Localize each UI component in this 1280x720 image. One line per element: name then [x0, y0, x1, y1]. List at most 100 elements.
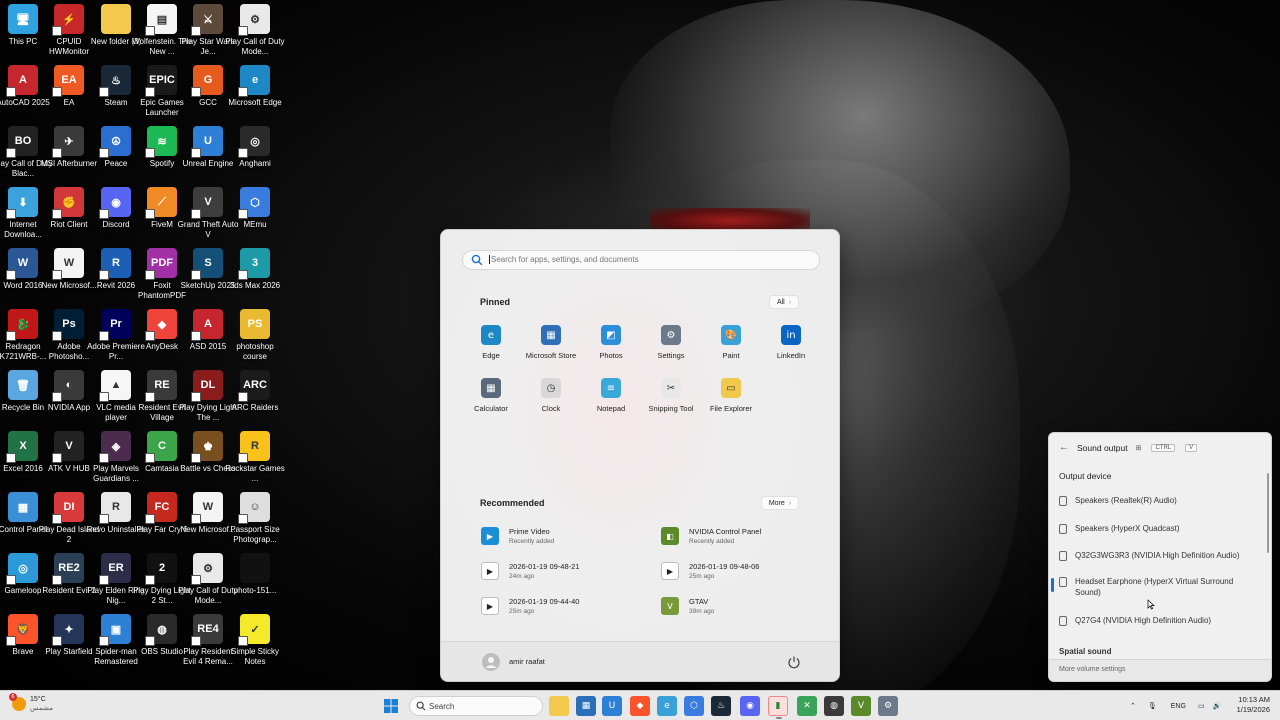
user-avatar[interactable] — [482, 653, 500, 671]
desktop-icon-passport-size-photograp[interactable]: ☺ Passport Size Photograp... — [230, 492, 280, 545]
output-device-item[interactable]: Q32G3WG3R3 (NVIDIA High Definition Audio… — [1049, 550, 1261, 561]
desktop-icon-foxit-phantompdf[interactable]: PDF Foxit PhantomPDF — [138, 248, 186, 301]
start-search-box[interactable]: Search for apps, settings, and documents — [462, 250, 820, 270]
output-device-label: Q32G3WG3R3 (NVIDIA High Definition Audio… — [1075, 551, 1240, 560]
pinned-app-microsoft-store[interactable]: ▦ Microsoft Store — [521, 325, 581, 360]
output-device-item[interactable]: Speakers (HyperX Quadcast) — [1049, 523, 1261, 534]
desktop-icon-microsoft-edge[interactable]: e Microsoft Edge — [228, 65, 282, 108]
desktop-icon-play-marvels-guardians[interactable]: ◈ Play Marvels Guardians ... — [93, 431, 139, 484]
power-icon[interactable] — [787, 655, 801, 669]
recommended-item[interactable]: ▶ 2026-01-19 09-48-06 25m ago — [661, 557, 831, 585]
desktop-icon-play-call-of-duty-mode[interactable]: ⚙ Play Call of Duty Mode... — [178, 553, 238, 606]
obs-icon[interactable]: ◍ — [824, 696, 844, 716]
headset-icon — [1059, 577, 1067, 587]
taskbar-search[interactable]: Search — [409, 696, 543, 716]
output-device-item[interactable]: Speakers (Realtek(R) Audio) — [1049, 495, 1261, 506]
more-volume-settings-link[interactable]: More volume settings — [1059, 666, 1126, 673]
speaker-icon — [1059, 551, 1067, 561]
anydesk-icon: ◆ — [145, 309, 177, 341]
settings-icon[interactable]: ⚙ — [878, 696, 898, 716]
more-button[interactable]: More › — [761, 496, 799, 510]
desktop-icon-adobe-premiere-pr[interactable]: Pr Adobe Premiere Pr... — [87, 309, 145, 362]
output-device-item[interactable]: Headset Earphone (HyperX Virtual Surroun… — [1049, 576, 1261, 598]
desktop-icon-cpuid-hwmonitor[interactable]: ⚡ CPUID HWMonitor — [46, 4, 92, 57]
desktop-icon-label: Play Call of Duty Mode... — [225, 37, 285, 56]
pinned-app-notepad[interactable]: ≡ Notepad — [581, 378, 641, 413]
edge-icon[interactable]: e — [657, 696, 677, 716]
autocad-2025-icon: A — [6, 65, 38, 97]
start-button[interactable] — [381, 696, 401, 716]
pinned-app-paint[interactable]: 🎨 Paint — [701, 325, 761, 360]
desktop-icon-epic-games-launcher[interactable]: EPIC Epic Games Launcher — [139, 65, 185, 118]
file-explorer-icon[interactable] — [549, 696, 569, 716]
pinned-app-linkedin[interactable]: in LinkedIn — [761, 325, 821, 360]
desktop-icon-grand-theft-auto-v[interactable]: V Grand Theft Auto V — [178, 187, 238, 240]
xbox-icon[interactable]: ✕ — [797, 696, 817, 716]
foxit-phantompdf-icon: PDF — [145, 248, 177, 280]
desktop-icon-internet-downloa[interactable]: ⬇ Internet Downloa... — [0, 187, 46, 240]
volume-icon[interactable]: 🔊 — [1213, 702, 1222, 710]
steam-icon: ♨ — [99, 65, 131, 97]
nvidia-icon[interactable]: V — [851, 696, 871, 716]
user-name[interactable]: amir raafat — [509, 657, 545, 666]
play-starfield-icon: ✦ — [52, 614, 84, 646]
desktop-icon-photoshop-course[interactable]: PS photoshop course — [232, 309, 278, 362]
language-indicator[interactable]: ENG — [1171, 703, 1186, 710]
adobe-premiere-pr-icon: Pr — [99, 309, 131, 341]
output-device-label: Headset Earphone (HyperX Virtual Surroun… — [1075, 577, 1234, 597]
desktop-icon-photo-151[interactable]: photo-151... — [232, 553, 278, 596]
desktop-icon-spider-man-remastered[interactable]: ▣ Spider-man Remastered — [93, 614, 139, 667]
start-menu: Search for apps, settings, and documents… — [440, 229, 840, 682]
desktop-icon-anghami[interactable]: ◎ Anghami — [232, 126, 278, 169]
weather-widget[interactable]: 6 15°C مشمس — [9, 693, 53, 713]
all-apps-button[interactable]: All › — [769, 295, 799, 309]
desktop-icon-3ds-max-2026[interactable]: 3 3ds Max 2026 — [230, 248, 280, 291]
revit-2026-icon: R — [99, 248, 131, 280]
pinned-app-edge[interactable]: e Edge — [461, 325, 521, 360]
unreal-engine-icon[interactable]: U — [602, 696, 622, 716]
microsoft-store-icon[interactable]: ▦ — [576, 696, 596, 716]
back-arrow-icon[interactable]: ← — [1059, 442, 1069, 453]
desktop-icon-play-dead-island-2[interactable]: DI Play Dead Island 2 — [39, 492, 99, 545]
spider-man-remastered-icon: ▣ — [99, 614, 131, 646]
network-icon[interactable]: ▭ — [1198, 702, 1205, 710]
new-microsof-icon: W — [52, 248, 84, 280]
pinned-app-label: Photos — [599, 351, 623, 360]
pinned-app-file-explorer[interactable]: ▭ File Explorer — [701, 378, 761, 413]
steam-icon[interactable]: ♨ — [711, 696, 731, 716]
brave-icon[interactable]: ◆ — [630, 696, 650, 716]
desktop-icon-arc-raiders[interactable]: ARC ARC Raiders — [232, 370, 278, 413]
memu-icon: ⬡ — [238, 187, 270, 219]
photo-151-icon — [240, 553, 270, 583]
active-window-icon[interactable]: ▮ — [768, 696, 788, 719]
pinned-app-photos[interactable]: ◩ Photos — [581, 325, 641, 360]
pinned-app-label: Clock — [541, 404, 561, 413]
ea-icon: EA — [52, 65, 84, 97]
memu-icon[interactable]: ⬡ — [684, 696, 704, 716]
microphone-icon[interactable]: 🎙 — [1148, 702, 1157, 710]
pinned-app-settings[interactable]: ⚙ Settings — [641, 325, 701, 360]
desktop-icon-play-call-of-duty-mode[interactable]: ⚙ Play Call of Duty Mode... — [225, 4, 285, 57]
pinned-app-calculator[interactable]: ▦ Calculator — [461, 378, 521, 413]
recommended-title: Prime Video — [509, 526, 550, 536]
3ds-max-2026-icon: 3 — [238, 248, 270, 280]
desktop-icon-simple-sticky-notes[interactable]: ✓ Simple Sticky Notes — [231, 614, 279, 667]
desktop-icon-play-dying-light-the[interactable]: DL Play Dying Light The ... — [179, 370, 237, 423]
discord-icon[interactable]: ◉ — [740, 696, 760, 716]
pinned-app-clock[interactable]: ◷ Clock — [521, 378, 581, 413]
sound-output-panel: ← Sound output ⊞ CTRL V Output device Sp… — [1048, 432, 1272, 682]
recommended-item[interactable]: ▶ 2026-01-19 09-44-40 25m ago — [481, 592, 651, 620]
play-call-of-duty-mode-icon: ⚙ — [238, 4, 270, 36]
desktop-icon-memu[interactable]: ⬡ MEmu — [232, 187, 278, 230]
output-device-item[interactable]: Q27G4 (NVIDIA High Definition Audio) — [1049, 615, 1261, 626]
chevron-up-icon[interactable]: ⌃ — [1130, 702, 1136, 710]
clock[interactable]: 10:13 AM 1/19/2026 — [1228, 695, 1270, 715]
scrollbar[interactable] — [1267, 473, 1269, 553]
recommended-item[interactable]: V GTAV 39m ago — [661, 592, 831, 620]
recommended-item[interactable]: ▶ 2026-01-19 09-48-21 24m ago — [481, 557, 651, 585]
desktop-icon-play-call-of-duty-blac[interactable]: BOPlay Call of Duty Blac... — [0, 126, 53, 179]
recommended-item[interactable]: ▶ Prime Video Recently added — [481, 522, 651, 550]
recommended-item[interactable]: ◧ NVIDIA Control Panel Recently added — [661, 522, 831, 550]
desktop-icon-rockstar-games[interactable]: R Rockstar Games ... — [225, 431, 285, 484]
pinned-app-snipping-tool[interactable]: ✂ Snipping Tool — [641, 378, 701, 413]
